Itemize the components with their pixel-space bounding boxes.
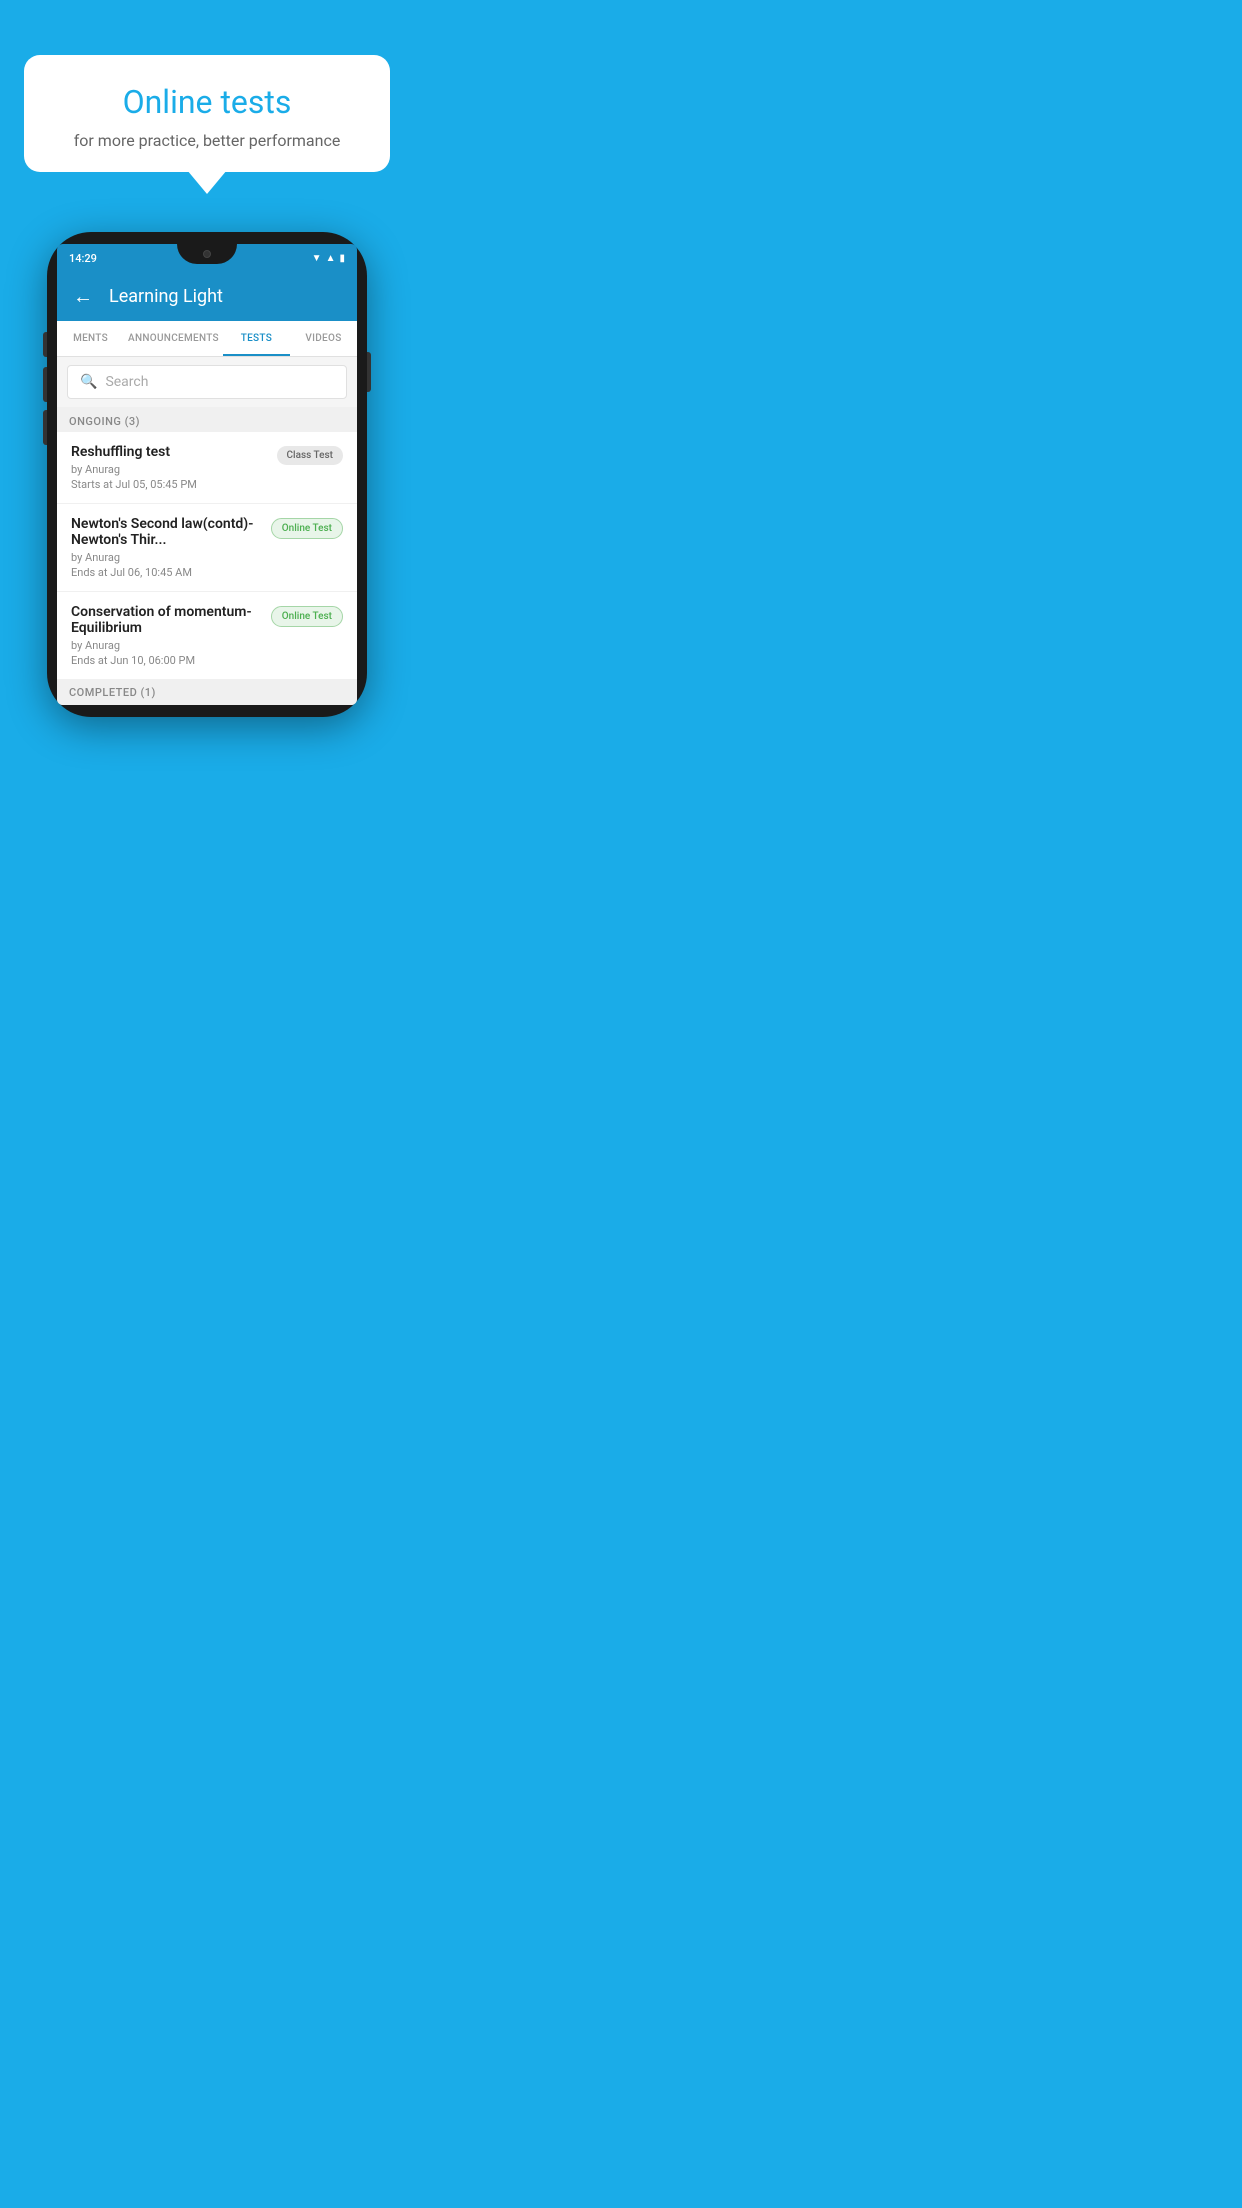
speech-bubble-subtitle: for more practice, better performance xyxy=(54,131,360,150)
phone-mockup: 14:29 ▼ ▲ ▮ ← Learning Light MENTS xyxy=(47,232,367,717)
test-author-2: by Anurag xyxy=(71,551,263,564)
app-title: Learning Light xyxy=(109,286,223,307)
test-badge-1: Class Test xyxy=(277,446,343,465)
search-icon: 🔍 xyxy=(80,374,97,390)
wifi-icon: ▼ xyxy=(312,253,322,264)
tests-list: Reshuffling test by Anurag Starts at Jul… xyxy=(57,432,357,680)
test-info-3: Conservation of momentum-Equilibrium by … xyxy=(71,604,271,667)
test-info-1: Reshuffling test by Anurag Starts at Jul… xyxy=(71,444,277,491)
test-name-2: Newton's Second law(contd)-Newton's Thir… xyxy=(71,516,263,548)
test-date-1: Starts at Jul 05, 05:45 PM xyxy=(71,478,269,491)
tab-announcements[interactable]: ANNOUNCEMENTS xyxy=(124,321,223,356)
back-button[interactable]: ← xyxy=(73,284,93,309)
test-badge-3: Online Test xyxy=(271,606,343,627)
test-item-2[interactable]: Newton's Second law(contd)-Newton's Thir… xyxy=(57,504,357,592)
search-placeholder: Search xyxy=(105,374,148,390)
test-name-3: Conservation of momentum-Equilibrium xyxy=(71,604,263,636)
mute-button xyxy=(43,410,47,445)
signal-icon: ▲ xyxy=(326,253,336,264)
completed-section-header: COMPLETED (1) xyxy=(57,680,357,705)
test-author-3: by Anurag xyxy=(71,639,263,652)
app-header: ← Learning Light xyxy=(57,272,357,321)
test-date-3: Ends at Jun 10, 06:00 PM xyxy=(71,654,263,667)
phone-body: 14:29 ▼ ▲ ▮ ← Learning Light MENTS xyxy=(47,232,367,717)
test-author-1: by Anurag xyxy=(71,463,269,476)
test-item-3[interactable]: Conservation of momentum-Equilibrium by … xyxy=(57,592,357,680)
volume-down-button xyxy=(43,367,47,402)
app-screen: ← Learning Light MENTS ANNOUNCEMENTS TES… xyxy=(57,272,357,705)
search-bar[interactable]: 🔍 Search xyxy=(67,365,347,399)
test-badge-2: Online Test xyxy=(271,518,343,539)
test-name-1: Reshuffling test xyxy=(71,444,269,460)
tabs-bar: MENTS ANNOUNCEMENTS TESTS VIDEOS xyxy=(57,321,357,357)
tab-tests[interactable]: TESTS xyxy=(223,321,290,356)
battery-icon: ▮ xyxy=(339,253,345,264)
test-date-2: Ends at Jul 06, 10:45 AM xyxy=(71,566,263,579)
tab-videos[interactable]: VIDEOS xyxy=(290,321,357,356)
clock: 14:29 xyxy=(69,252,97,265)
tab-ments[interactable]: MENTS xyxy=(57,321,124,356)
notch xyxy=(177,244,237,264)
speech-bubble: Online tests for more practice, better p… xyxy=(24,55,390,172)
speech-bubble-title: Online tests xyxy=(54,83,360,121)
ongoing-section-header: ONGOING (3) xyxy=(57,407,357,432)
volume-up-button xyxy=(43,332,47,357)
status-icons: ▼ ▲ ▮ xyxy=(312,253,345,264)
status-bar: 14:29 ▼ ▲ ▮ xyxy=(57,244,357,272)
power-button xyxy=(367,352,371,392)
test-info-2: Newton's Second law(contd)-Newton's Thir… xyxy=(71,516,271,579)
test-item-1[interactable]: Reshuffling test by Anurag Starts at Jul… xyxy=(57,432,357,504)
front-camera xyxy=(203,250,211,258)
